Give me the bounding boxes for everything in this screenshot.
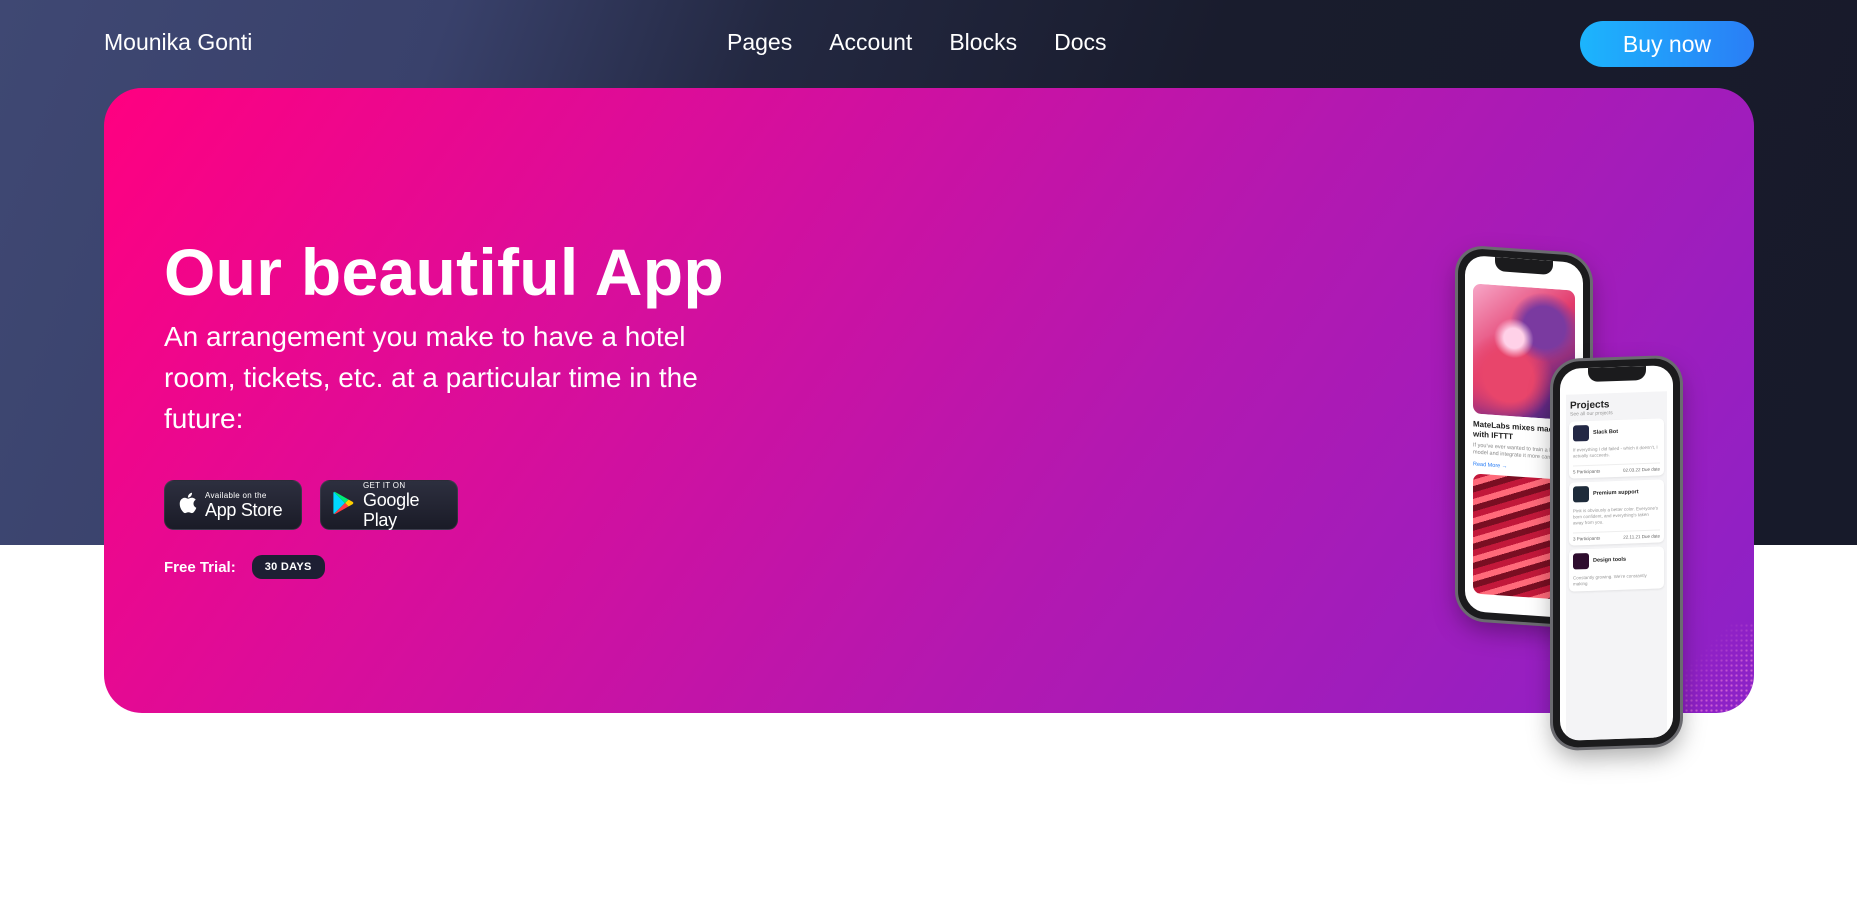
spotify-icon [1573,485,1589,503]
app-store-text: Available on the App Store [205,490,283,520]
phone-right-screen: Projects See all our projects Slack Bot … [1560,365,1673,741]
project-name: Slack Bot [1593,428,1619,436]
google-play-button[interactable]: GET IT ON Google Play [320,480,458,530]
apple-icon [177,491,197,520]
project-date: 22.11.21 [1623,534,1641,540]
project-card: Design tools Constantly growing. We're c… [1569,546,1664,592]
project-card: Slack Bot If everything I did failed - w… [1569,418,1664,479]
project-desc: Pink is obviously a better color. Everyo… [1573,505,1659,526]
nav-link-blocks[interactable]: Blocks [949,29,1017,56]
google-play-icon [333,491,355,520]
buy-now-button[interactable]: Buy now [1580,21,1754,67]
project-date: 02.03.22 [1622,467,1641,473]
project-meta: 5 Participants 02.03.22 Due date [1573,462,1660,475]
nav-link-pages[interactable]: Pages [727,29,792,56]
project-participants-label: Participants [1576,535,1601,542]
project-participants: 5 [1573,469,1576,475]
project-date-label: Due date [1641,466,1660,473]
app-store-big-text: App Store [205,499,283,520]
google-play-big-text: Google Play [363,489,420,530]
project-participants-label: Participants [1576,468,1601,475]
free-trial-row: Free Trial: 30 DAYS [164,555,325,579]
nav-link-docs[interactable]: Docs [1054,29,1106,56]
free-trial-label: Free Trial: [164,558,236,576]
trial-days-badge: 30 DAYS [251,555,325,579]
slack-icon [1573,424,1589,442]
brand-link[interactable]: Mounika Gonti [104,29,252,56]
projects-screen: Projects See all our projects Slack Bot … [1566,391,1667,741]
project-desc: Constantly growing. We're constantly mak… [1573,572,1647,587]
nav-links: Pages Account Blocks Docs [727,29,1106,56]
project-desc: If everything I did failed - which it do… [1573,444,1658,459]
store-buttons: Available on the App Store GET IT ON Goo… [164,480,458,530]
project-meta: 3 Participants 22.11.21 Due date [1573,529,1660,542]
project-participants: 3 [1573,536,1576,542]
xd-icon [1573,552,1589,570]
nav-link-account[interactable]: Account [829,29,912,56]
google-play-text: GET IT ON Google Play [363,481,445,530]
hero-title: Our beautiful App [164,235,724,309]
project-name: Premium support [1593,489,1639,497]
phone-notch [1495,256,1553,276]
phone-notch [1587,365,1646,383]
hero-subtitle: An arrangement you make to have a hotel … [164,321,698,434]
project-date-label: Due date [1641,533,1660,540]
project-card: Premium support Pink is obviously a bett… [1569,479,1664,546]
google-play-small-text: GET IT ON [363,480,406,490]
app-store-small-text: Available on the [205,490,267,500]
navbar: Mounika Gonti Pages Account Blocks Docs … [0,0,1857,86]
app-store-button[interactable]: Available on the App Store [164,480,302,530]
project-name: Design tools [1593,556,1627,564]
phone-mockup-right: Projects See all our projects Slack Bot … [1553,357,1680,749]
